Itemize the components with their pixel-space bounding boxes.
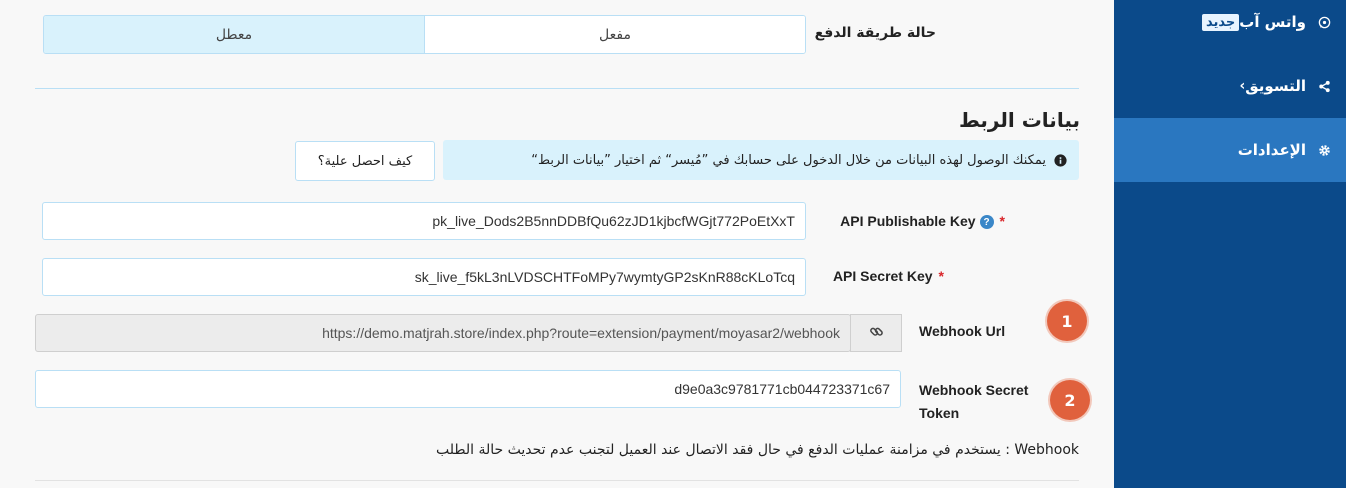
sidebar: جديد واتس آب ‹ التسويق الإعدادات — [1114, 0, 1346, 488]
info-text: يمكنك الوصول لهذه البيانات من خلال الدخو… — [531, 152, 1046, 168]
divider — [35, 88, 1079, 89]
sidebar-item-label: التسويق — [1245, 77, 1306, 95]
step-marker-2: 2 — [1050, 380, 1090, 420]
required-marker: * — [999, 213, 1005, 229]
share-icon — [1316, 80, 1332, 93]
webhook-url-label: Webhook Url — [919, 323, 1006, 339]
webhook-url-input[interactable]: https://demo.matjrah.store/index.php?rou… — [35, 314, 851, 352]
section-title: بيانات الربط — [959, 108, 1080, 132]
how-to-get-button[interactable]: كيف احصل علية؟ — [295, 141, 435, 181]
info-alert: يمكنك الوصول لهذه البيانات من خلال الدخو… — [443, 140, 1079, 180]
new-badge: جديد — [1201, 13, 1240, 31]
sidebar-item-settings[interactable]: الإعدادات — [1114, 118, 1346, 182]
payment-status-label: حالة طريقة الدفع — [814, 25, 936, 41]
info-icon — [1054, 153, 1067, 167]
enabled-option[interactable]: مفعل — [424, 16, 805, 53]
webhook-token-input[interactable]: d9e0a3c9781771cb044723371c67 — [35, 370, 901, 408]
whatsapp-icon — [1316, 16, 1332, 29]
step-marker-1: 1 — [1047, 301, 1087, 341]
sidebar-item-whatsapp[interactable]: جديد واتس آب — [1114, 0, 1346, 54]
sidebar-item-label: واتس آب — [1239, 13, 1306, 31]
webhook-note: Webhook : يستخدم في مزامنة عمليات الدفع … — [436, 442, 1079, 458]
link-icon — [869, 324, 884, 343]
secret-key-label-text: API Secret Key — [832, 268, 933, 284]
secret-key-label: API Secret Key * — [833, 268, 944, 284]
webhook-token-label: Webhook Secret Token — [919, 382, 1029, 421]
required-marker: * — [938, 268, 944, 284]
sidebar-item-label: الإعدادات — [1237, 141, 1306, 159]
payment-status-toggle[interactable]: معطل مفعل — [43, 15, 806, 54]
gear-icon — [1316, 144, 1332, 157]
divider — [35, 480, 1079, 481]
publishable-key-label-text: API Publishable Key — [840, 213, 976, 229]
publishable-key-input[interactable]: pk_live_Dods2B5nnDDBfQu62zJD1kjbcfWGjt77… — [42, 202, 806, 240]
sidebar-item-marketing[interactable]: ‹ التسويق — [1114, 54, 1346, 118]
publishable-key-label: API Publishable Key? * — [840, 213, 1005, 230]
help-icon[interactable]: ? — [979, 215, 994, 230]
secret-key-input[interactable]: sk_live_f5kL3nLVDSCHTFoMPy7wymtyGP2sKnR8… — [42, 258, 806, 296]
copy-link-button[interactable] — [850, 314, 902, 352]
disabled-option[interactable]: معطل — [44, 16, 424, 53]
